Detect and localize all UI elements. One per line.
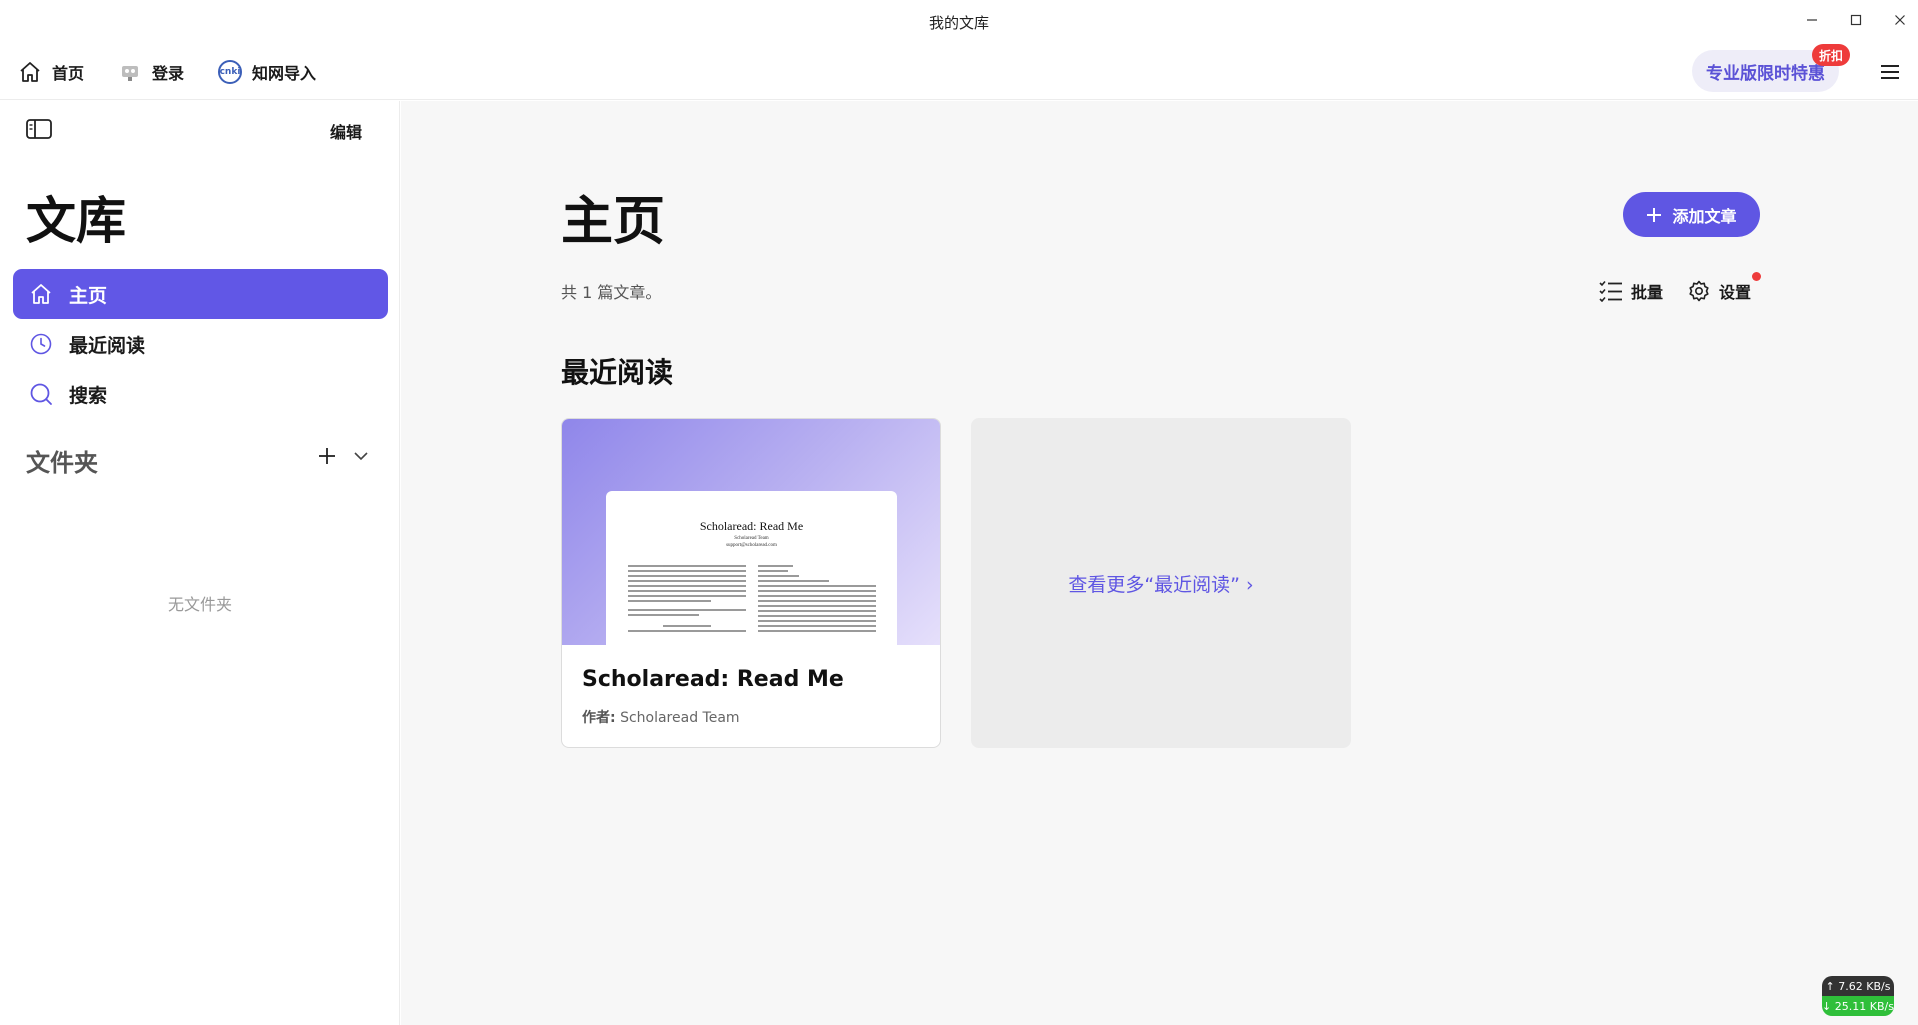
sidebar-item-search[interactable]: 搜索 xyxy=(13,369,388,419)
upload-speed: ↑ 7.62 KB/s xyxy=(1822,976,1894,996)
maximize-icon xyxy=(1850,14,1862,26)
download-speed: ↓ 25.11 KB/s xyxy=(1822,996,1894,1016)
recent-section-title: 最近阅读 xyxy=(561,356,674,389)
add-folder-button[interactable] xyxy=(316,445,340,469)
sidebar-toggle-button[interactable] xyxy=(26,119,54,143)
cnki-logo-icon: cnki xyxy=(218,60,242,84)
discount-badge: 折扣 xyxy=(1812,44,1851,66)
empty-folders-text: 无文件夹 xyxy=(167,595,232,614)
paper-preview-title: Scholaread: Read Me xyxy=(699,519,804,533)
sidebar-item-label: 最近阅读 xyxy=(69,334,146,357)
toolbar: 首页 登录 cnki 知网导入 专业版限时特惠 折扣 xyxy=(0,44,1918,100)
sidebar-item-home[interactable]: 主页 xyxy=(13,269,388,319)
batch-button[interactable]: 批量 xyxy=(1599,279,1663,303)
page-title: 主页 xyxy=(561,192,666,252)
sidebar-edit-button[interactable]: 编辑 xyxy=(330,119,362,143)
view-more-recent-card[interactable]: 查看更多“最近阅读” › xyxy=(971,418,1351,748)
promo-label: 专业版限时特惠 xyxy=(1706,63,1825,84)
search-icon xyxy=(29,382,53,406)
toolbar-login-label: 登录 xyxy=(152,64,185,83)
sidebar-title: 文库 xyxy=(26,192,126,250)
home-icon xyxy=(20,62,40,82)
toolbar-cnki-import-button[interactable]: cnki 知网导入 xyxy=(218,56,316,88)
settings-button[interactable]: 设置 xyxy=(1687,279,1751,303)
article-count: 共 1 篇文章。 xyxy=(561,283,662,302)
close-button[interactable] xyxy=(1884,8,1916,32)
sidebar-item-label: 主页 xyxy=(69,284,108,307)
article-cover: Scholaread: Read Me Scholaread Team supp… xyxy=(562,419,940,645)
checklist-icon xyxy=(1599,280,1622,302)
sidebar-toggle-icon xyxy=(26,119,52,139)
add-article-button[interactable]: 添加文章 xyxy=(1623,192,1760,237)
avatar-icon xyxy=(122,66,138,81)
sidebar-item-label: 搜索 xyxy=(69,384,108,407)
batch-label: 批量 xyxy=(1631,283,1664,302)
add-article-label: 添加文章 xyxy=(1672,206,1737,226)
paper-preview-team: Scholaread Team xyxy=(734,536,769,541)
main-content: 主页 添加文章 共 1 篇文章。 批量 设置 最近阅读 Scholaread: … xyxy=(401,101,1918,1025)
sidebar: 编辑 文库 主页 最近阅读 搜索 文件夹 无文件夹 xyxy=(0,101,400,1025)
toolbar-home-button[interactable]: 首页 xyxy=(18,56,84,88)
sidebar-nav: 主页 最近阅读 搜索 xyxy=(13,269,388,419)
plus-icon xyxy=(1647,207,1662,222)
minimize-icon xyxy=(1807,19,1817,21)
close-icon xyxy=(1895,15,1905,25)
paper-preview-email: support@scholaread.com xyxy=(726,543,777,548)
home-icon xyxy=(29,282,53,306)
chevron-down-icon xyxy=(354,452,368,461)
folder-section-title: 文件夹 xyxy=(26,449,98,477)
settings-label: 设置 xyxy=(1719,283,1752,302)
paper-preview-authors: Scholaread Team support@scholaread.com xyxy=(606,535,897,549)
network-speed-widget: ↑ 7.62 KB/s ↓ 25.11 KB/s xyxy=(1822,976,1894,1016)
hamburger-menu-icon xyxy=(1881,65,1899,79)
toolbar-cnki-label: 知网导入 xyxy=(252,64,317,83)
window-title: 我的文库 xyxy=(928,14,989,32)
paper-preview: Scholaread: Read Me Scholaread Team supp… xyxy=(606,491,897,645)
title-bar: 我的文库 xyxy=(0,0,1918,44)
paper-preview-left-column xyxy=(628,565,746,635)
article-card[interactable]: Scholaread: Read Me Scholaread Team supp… xyxy=(561,418,941,748)
toolbar-home-label: 首页 xyxy=(52,64,85,83)
toolbar-login-button[interactable]: 登录 xyxy=(118,56,184,88)
clock-icon xyxy=(29,332,53,356)
plus-icon xyxy=(319,448,335,464)
article-title: Scholaread: Read Me xyxy=(582,667,844,692)
minimize-button[interactable] xyxy=(1796,8,1828,32)
sidebar-item-recent[interactable]: 最近阅读 xyxy=(13,319,388,369)
notification-dot xyxy=(1752,272,1761,281)
gear-icon xyxy=(1689,280,1709,302)
author-name: Scholaread Team xyxy=(620,710,740,726)
author-label: 作者: xyxy=(582,710,616,726)
maximize-button[interactable] xyxy=(1840,8,1872,32)
main-menu-button[interactable] xyxy=(1876,58,1904,86)
view-more-recent-link[interactable]: 查看更多“最近阅读” › xyxy=(1068,570,1253,597)
collapse-folders-button[interactable] xyxy=(352,447,372,467)
paper-preview-right-column xyxy=(758,565,876,635)
folder-header: 文件夹 xyxy=(26,441,374,477)
article-author: 作者: Scholaread Team xyxy=(582,707,740,727)
